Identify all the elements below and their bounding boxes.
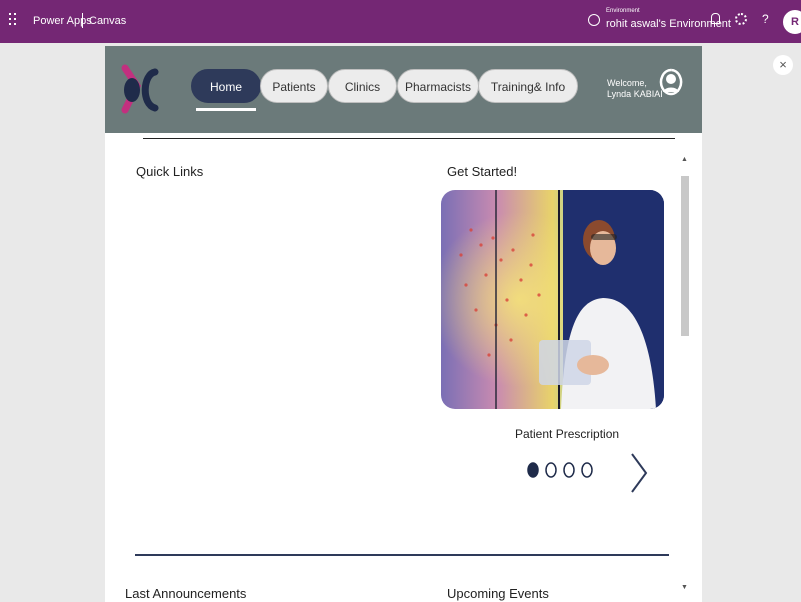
active-nav-indicator	[196, 108, 256, 111]
user-profile-icon[interactable]	[658, 68, 684, 100]
help-icon[interactable]: ?	[762, 12, 769, 26]
user-avatar[interactable]: R	[783, 10, 801, 34]
scroll-up-icon[interactable]: ▲	[681, 156, 688, 163]
canvas-app: Home Patients Clinics Pharmacists Traini…	[105, 46, 702, 602]
close-button[interactable]: ×	[773, 55, 793, 75]
upcoming-events-title: Upcoming Events	[447, 586, 549, 601]
notifications-icon[interactable]	[711, 13, 720, 24]
get-started-title: Get Started!	[447, 164, 518, 179]
nav-clinics-button[interactable]: Clinics	[328, 69, 397, 103]
app-launcher-icon[interactable]	[9, 13, 21, 27]
carousel-pagination	[527, 462, 593, 478]
welcome-user-name: Lynda KABIAI	[607, 89, 663, 99]
environment-label: Environment	[606, 8, 640, 14]
last-announcements-title: Last Announcements	[125, 586, 247, 601]
nav-home-button[interactable]: Home	[191, 69, 261, 103]
carousel-next-chevron-icon[interactable]	[629, 451, 649, 495]
header-divider	[143, 138, 675, 139]
carousel-dot[interactable]	[563, 462, 575, 478]
app-mode: Canvas	[89, 15, 127, 27]
carousel-dot[interactable]	[545, 462, 557, 478]
title-separator	[82, 13, 83, 28]
carousel-dot[interactable]	[527, 462, 539, 478]
environment-icon[interactable]	[588, 14, 600, 26]
get-started-hero-image[interactable]	[441, 190, 664, 409]
section-divider	[135, 554, 669, 556]
app-header: Home Patients Clinics Pharmacists Traini…	[105, 46, 702, 133]
nav-patients-button[interactable]: Patients	[260, 69, 328, 103]
settings-icon[interactable]	[735, 13, 747, 25]
app-logo	[121, 64, 159, 114]
carousel-caption: Patient Prescription	[515, 427, 620, 441]
nav-pharmacists-button[interactable]: Pharmacists	[397, 69, 479, 103]
scrollbar-thumb[interactable]	[681, 176, 689, 336]
carousel-dot[interactable]	[581, 462, 593, 478]
welcome-text: Welcome, Lynda KABIAI	[607, 78, 663, 100]
nav-training-info-button[interactable]: Training& Info	[478, 69, 578, 103]
welcome-greeting: Welcome,	[607, 78, 647, 88]
power-apps-topbar: Power Apps Canvas Environment rohit aswa…	[0, 0, 801, 43]
quick-links-title: Quick Links	[136, 164, 204, 179]
scroll-down-icon[interactable]: ▼	[681, 584, 688, 591]
